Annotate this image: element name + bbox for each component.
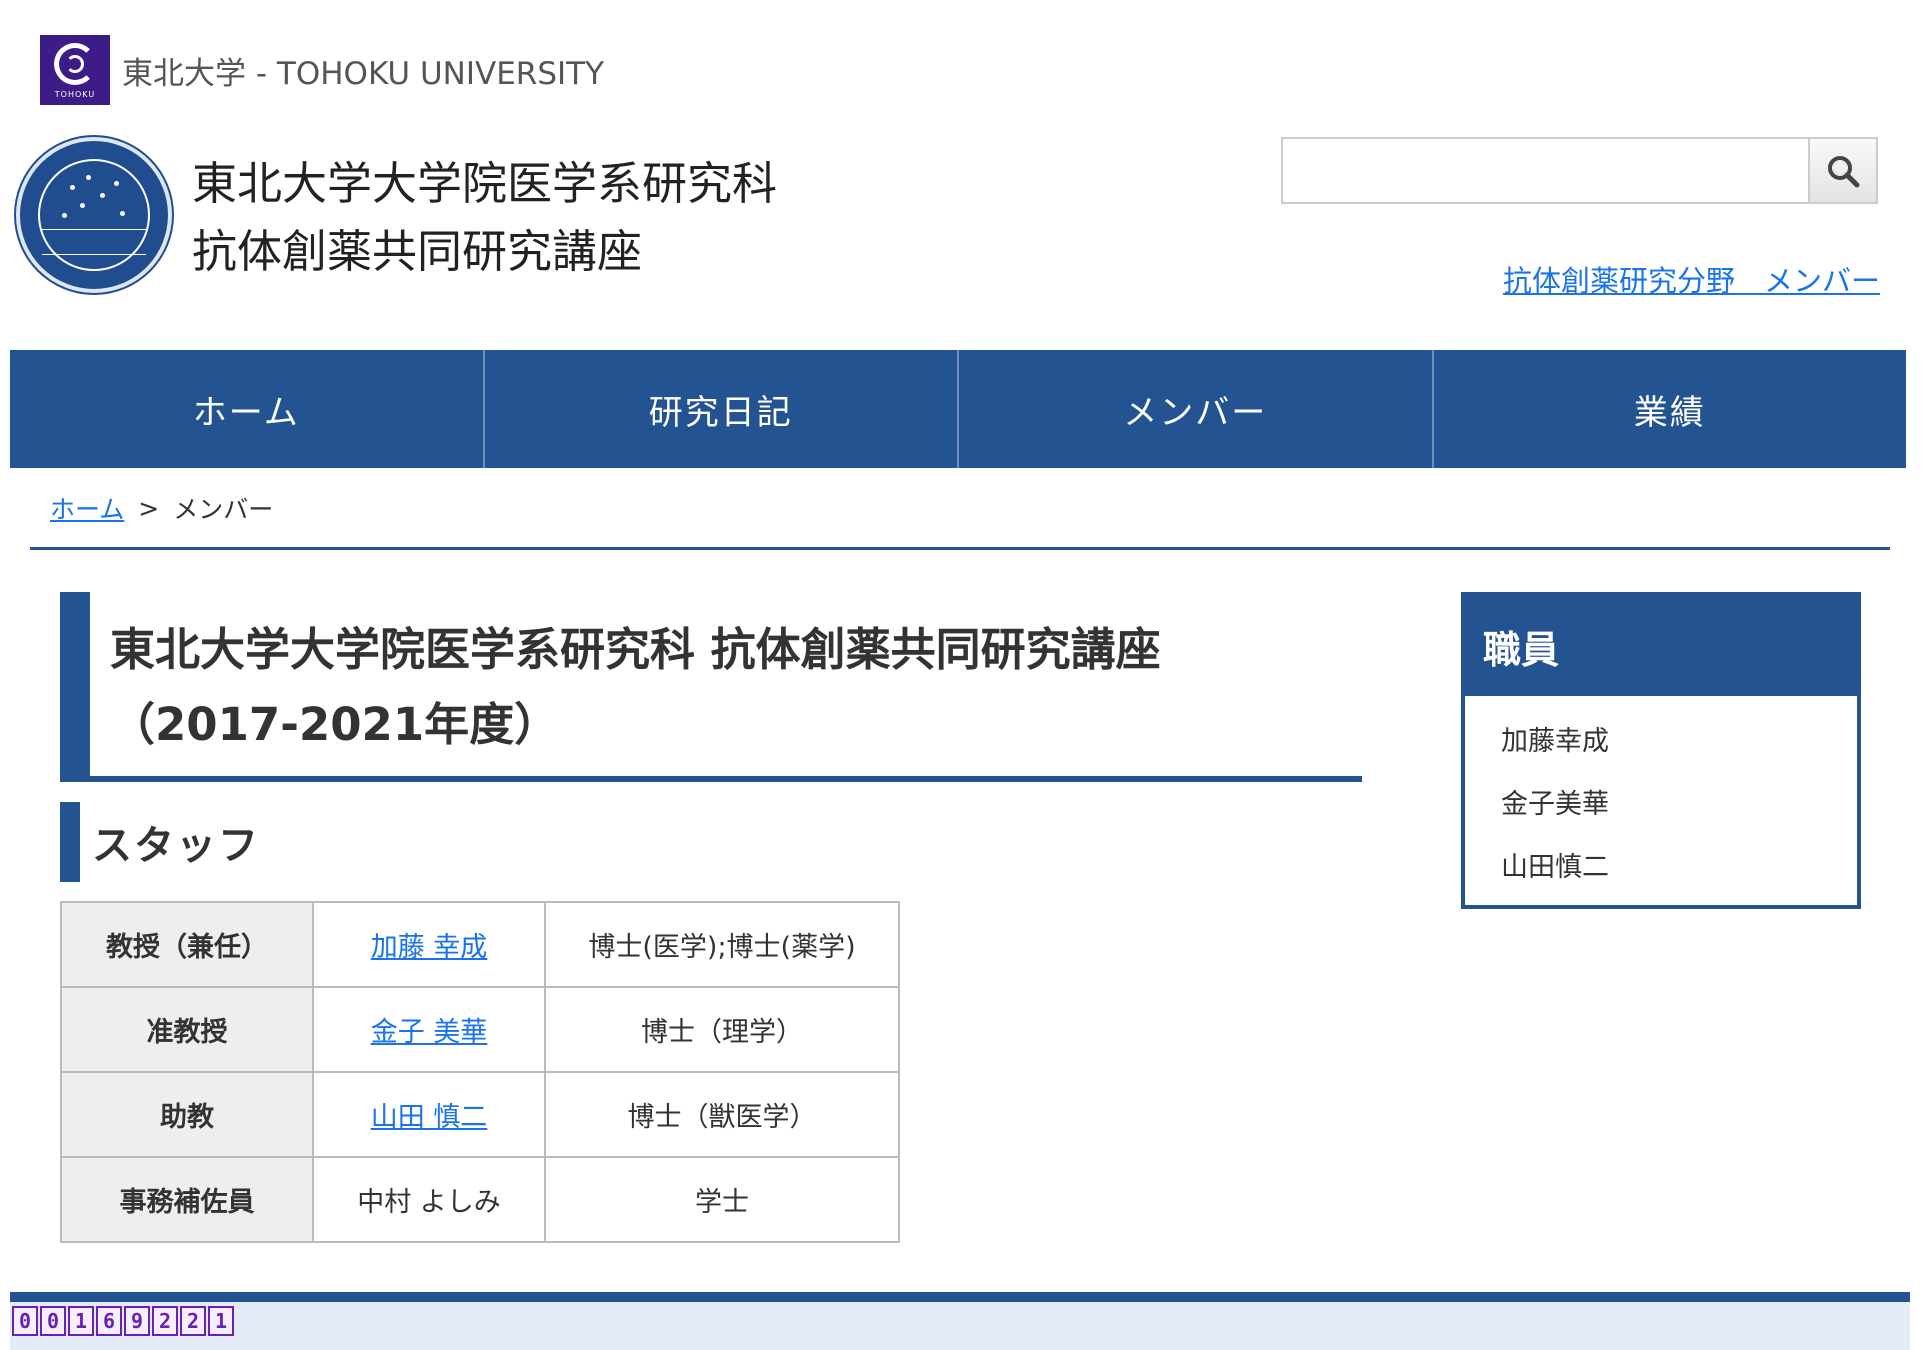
counter-digit: 2 [180, 1306, 206, 1336]
nav-item-home[interactable]: ホーム [10, 350, 485, 468]
logo-text: TOHOKU [54, 90, 96, 99]
counter-digit: 2 [152, 1306, 178, 1336]
staff-role: 教授（兼任） [60, 901, 314, 988]
university-bar[interactable]: TOHOKU 東北大学 - TOHOKU UNIVERSITY [40, 35, 604, 105]
staff-table: 教授（兼任） 加藤 幸成 博士(医学);博士(薬学) 准教授 金子 美華 博士（… [60, 901, 900, 1243]
site-title-line2: 抗体創薬共同研究講座 [192, 225, 643, 278]
site-title[interactable]: 東北大学大学院医学系研究科 抗体創薬共同研究講座 [192, 150, 777, 286]
breadcrumb: ホーム > メンバー [50, 490, 273, 526]
breadcrumb-divider [30, 547, 1890, 550]
search-input[interactable] [1281, 137, 1808, 204]
staff-degree: 博士（理学） [544, 986, 900, 1073]
breadcrumb-home-link[interactable]: ホーム [50, 490, 124, 526]
university-name[interactable]: 東北大学 - TOHOKU UNIVERSITY [122, 48, 604, 93]
sidebar-item[interactable]: 金子美華 [1501, 773, 1857, 836]
research-field-members-link[interactable]: 抗体創薬研究分野 メンバー [1503, 258, 1880, 300]
staff-role: 事務補佐員 [60, 1156, 314, 1243]
search-button[interactable] [1808, 137, 1878, 204]
footer [10, 1302, 1910, 1350]
page-title-line1: 東北大学大学院医学系研究科 抗体創薬共同研究講座 [110, 623, 1161, 676]
staff-name-link[interactable]: 金子 美華 [371, 1017, 488, 1048]
counter-digit: 6 [96, 1306, 122, 1336]
nav-item-members[interactable]: メンバー [959, 350, 1434, 468]
staff-degree: 博士(医学);博士(薬学) [544, 901, 900, 988]
page-title: 東北大学大学院医学系研究科 抗体創薬共同研究講座 （2017-2021年度） [60, 592, 1362, 782]
access-counter: 0 0 1 6 9 2 2 1 [12, 1306, 234, 1336]
counter-digit: 1 [208, 1306, 234, 1336]
staff-name-link[interactable]: 加藤 幸成 [371, 932, 488, 963]
counter-digit: 0 [40, 1306, 66, 1336]
counter-digit: 1 [68, 1306, 94, 1336]
school-of-medicine-seal-icon [16, 137, 172, 293]
sidebar-list: 加藤幸成 金子美華 山田慎二 [1465, 696, 1857, 899]
staff-role: 准教授 [60, 986, 314, 1073]
staff-name: 中村 よしみ [312, 1156, 546, 1243]
global-nav: ホーム 研究日記 メンバー 業績 [10, 350, 1906, 468]
nav-item-research-diary[interactable]: 研究日記 [485, 350, 959, 468]
table-row: 准教授 金子 美華 博士（理学） [60, 986, 900, 1073]
sidebar-item[interactable]: 加藤幸成 [1501, 710, 1857, 773]
sidebar-item[interactable]: 山田慎二 [1501, 836, 1857, 899]
staff-degree: 博士（獣医学） [544, 1071, 900, 1158]
sidebar-title: 職員 [1465, 596, 1857, 696]
site-title-line1: 東北大学大学院医学系研究科 [192, 157, 778, 210]
counter-digit: 9 [124, 1306, 150, 1336]
table-row: 助教 山田 慎二 博士（獣医学） [60, 1071, 900, 1158]
breadcrumb-separator: > [138, 493, 160, 523]
staff-name-cell: 金子 美華 [312, 986, 546, 1073]
breadcrumb-current: メンバー [173, 495, 274, 524]
staff-role: 助教 [60, 1071, 314, 1158]
search-icon [1828, 155, 1860, 187]
page: TOHOKU 東北大学 - TOHOKU UNIVERSITY 東北大学大学院医… [10, 0, 1910, 1350]
section-title: スタッフ [92, 823, 260, 869]
tohoku-university-logo[interactable]: TOHOKU [40, 35, 110, 105]
staff-name-link[interactable]: 山田 慎二 [371, 1102, 488, 1133]
table-row: 事務補佐員 中村 よしみ 学士 [60, 1156, 900, 1243]
table-row: 教授（兼任） 加藤 幸成 博士(医学);博士(薬学) [60, 901, 900, 988]
staff-degree: 学士 [544, 1156, 900, 1243]
staff-name-cell: 山田 慎二 [312, 1071, 546, 1158]
counter-digit: 0 [12, 1306, 38, 1336]
section-heading-staff: スタッフ [60, 802, 260, 882]
staff-name-cell: 加藤 幸成 [312, 901, 546, 988]
footer-divider [10, 1292, 1910, 1302]
page-title-line2: （2017-2021年度） [110, 698, 560, 751]
search-form [1281, 137, 1878, 204]
sidebar-staff-box: 職員 加藤幸成 金子美華 山田慎二 [1461, 592, 1861, 909]
nav-item-achievements[interactable]: 業績 [1434, 350, 1907, 468]
